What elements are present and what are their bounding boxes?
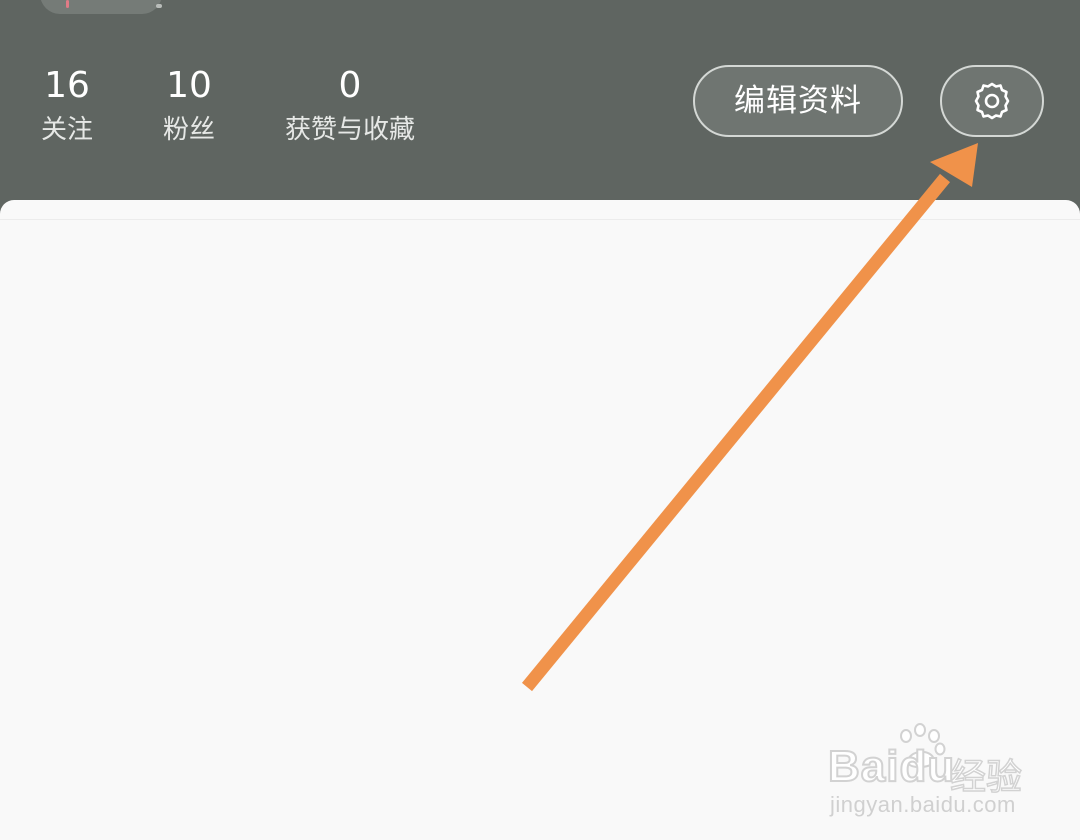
baidu-jingyan-watermark: Baidu 经验 jingyan.baidu.com — [827, 722, 1068, 822]
settings-button[interactable] — [940, 65, 1044, 137]
following-label: 关注 — [40, 115, 93, 145]
followers-count: 10 — [166, 65, 212, 106]
profile-screen: 16 关注 10 粉丝 0 获赞与收藏 编辑资料 Baidu 经验 jingya… — [0, 0, 1080, 840]
stat-followers[interactable]: 10 粉丝 — [156, 64, 222, 150]
watermark-url: jingyan.baidu.com — [830, 792, 1016, 817]
stat-likes-collections[interactable]: 0 获赞与收藏 — [270, 64, 430, 150]
followers-label: 粉丝 — [162, 115, 215, 145]
badge-marker — [66, 0, 69, 8]
watermark-brand: Baidu — [827, 741, 956, 792]
badge-marker — [156, 4, 162, 8]
divider — [0, 219, 1080, 220]
gear-icon — [974, 82, 1010, 120]
top-badge[interactable] — [40, 0, 162, 14]
likes-label: 获赞与收藏 — [284, 115, 415, 145]
following-count: 16 — [44, 65, 90, 106]
stat-following[interactable]: 16 关注 — [34, 64, 100, 150]
likes-count: 0 — [338, 65, 362, 106]
edit-profile-button[interactable]: 编辑资料 — [693, 65, 903, 137]
